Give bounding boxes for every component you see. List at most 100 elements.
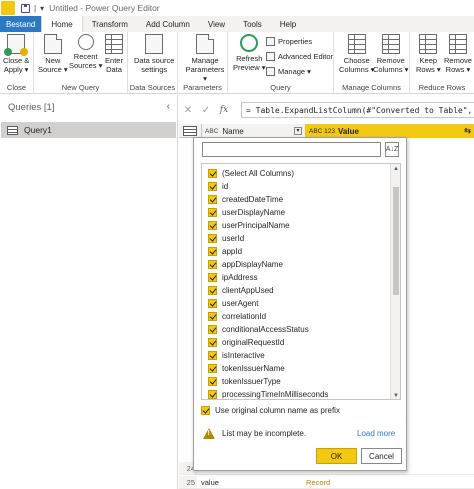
column-checkbox-item[interactable]: originalRequestId (208, 336, 284, 349)
column-checkbox-item[interactable]: ipAddress (208, 271, 258, 284)
tab-add-column[interactable]: Add Column (137, 16, 199, 32)
column-checkbox-item[interactable]: userDisplayName (208, 206, 285, 219)
enter-data-button[interactable]: Enter Data (105, 34, 123, 74)
column-checkbox-item[interactable]: conditionalAccessStatus (208, 323, 309, 336)
scrollbar-thumb[interactable] (393, 187, 399, 295)
properties-icon (266, 37, 275, 46)
tab-file[interactable]: Bestand (0, 16, 42, 32)
cancel-formula-icon[interactable]: ✕ (179, 105, 197, 116)
ok-button[interactable]: OK (316, 448, 357, 464)
data-source-settings-button[interactable]: Data source settings (134, 34, 174, 74)
close-apply-button[interactable]: Close & Apply ▾ (3, 34, 29, 74)
column-checkbox-item[interactable]: tokenIssuerName (208, 362, 285, 375)
remove-rows-icon (448, 34, 467, 54)
cell-value[interactable]: Record (301, 478, 330, 487)
checkbox-checked-icon[interactable] (208, 325, 217, 334)
column-checkbox-item[interactable]: clientAppUsed (208, 284, 274, 297)
collapse-pane-icon[interactable]: ‹ (167, 101, 170, 112)
checkbox-checked-icon[interactable] (208, 208, 217, 217)
sort-az-icon[interactable]: A↓Z (385, 142, 399, 157)
column-search-input[interactable] (202, 142, 381, 157)
column-checkbox-item[interactable]: userId (208, 232, 244, 245)
checkbox-checked-icon[interactable] (208, 286, 217, 295)
column-checkbox-item[interactable]: userAgent (208, 297, 258, 310)
tab-transform[interactable]: Transform (83, 16, 137, 32)
expand-column-icon[interactable]: ⇆ (464, 126, 471, 135)
table-menu-icon[interactable] (183, 125, 197, 136)
choose-columns-icon (347, 34, 366, 54)
column-checkbox-item[interactable]: isInteractive (208, 349, 265, 362)
text-type-icon[interactable]: ABC (205, 128, 218, 135)
scroll-down-icon[interactable]: ▼ (391, 391, 400, 399)
checkbox-checked-icon[interactable] (208, 260, 217, 269)
use-prefix-checkbox[interactable]: Use original column name as prefix (201, 406, 340, 415)
column-header-value[interactable]: ABC 123 Value ⇆ (305, 124, 474, 138)
group-manage-columns: Choose Columns ▾ Remove Columns ▾ Manage… (334, 32, 410, 94)
filter-dropdown-icon[interactable]: ▾ (294, 127, 302, 135)
column-checkbox-item[interactable]: id (208, 180, 228, 193)
column-checkbox-item[interactable]: createdDateTime (208, 193, 283, 206)
quick-access-dropdown-icon[interactable]: ▾ (40, 4, 44, 13)
save-icon[interactable] (21, 3, 30, 13)
keep-rows-button[interactable]: Keep Rows ▾ (416, 34, 441, 74)
any-type-icon[interactable]: ABC 123 (309, 128, 335, 135)
tab-tools[interactable]: Tools (234, 16, 271, 32)
enter-data-icon (105, 34, 123, 54)
cell-name[interactable]: value (197, 478, 301, 487)
cancel-button[interactable]: Cancel (361, 448, 402, 464)
manage-parameters-button[interactable]: Manage Parameters ▾ (183, 34, 227, 83)
group-query: Refresh Preview ▾ Properties Advanced Ed… (228, 32, 334, 94)
checkbox-checked-icon[interactable] (208, 234, 217, 243)
scroll-up-icon[interactable]: ▲ (391, 164, 400, 174)
column-checkbox-item[interactable]: appDisplayName (208, 258, 283, 271)
tab-home[interactable]: Home (41, 16, 83, 32)
checkbox-checked-icon[interactable] (208, 338, 217, 347)
tab-view[interactable]: View (199, 16, 234, 32)
choose-columns-button[interactable]: Choose Columns ▾ (339, 34, 374, 74)
checkbox-checked-icon[interactable] (208, 169, 217, 178)
column-checkbox-item[interactable]: userPrincipalName (208, 219, 290, 232)
list-scrollbar[interactable]: ▲ ▼ (390, 164, 400, 399)
manage-button[interactable]: Manage ▾ (266, 67, 311, 76)
load-more-link[interactable]: Load more (357, 429, 395, 438)
checkbox-checked-icon[interactable] (208, 390, 217, 399)
group-reduce-rows-label: Reduce Rows (418, 83, 466, 92)
column-checkbox-list: (Select All Columns) id createdDateTime … (201, 163, 401, 400)
group-close: Close & Apply ▾ Close (0, 32, 34, 94)
checkbox-checked-icon[interactable] (208, 195, 217, 204)
advanced-editor-button[interactable]: Advanced Editor (266, 52, 333, 61)
column-checkbox-item[interactable]: appId (208, 245, 242, 258)
column-checkbox-item[interactable]: tokenIssuerType (208, 375, 281, 388)
recent-sources-button[interactable]: Recent Sources ▾ (69, 34, 102, 70)
column-checkbox-item[interactable]: processingTimeInMilliseconds (208, 388, 328, 399)
checkbox-checked-icon[interactable] (208, 221, 217, 230)
table-icon (7, 125, 18, 135)
select-all-checkbox[interactable]: (Select All Columns) (208, 167, 294, 180)
checkbox-checked-icon[interactable] (208, 273, 217, 282)
column-checkbox-item[interactable]: correlationId (208, 310, 266, 323)
tab-help[interactable]: Help (271, 16, 305, 32)
data-source-settings-icon (145, 34, 164, 54)
checkbox-checked-icon[interactable] (208, 351, 217, 360)
remove-columns-button[interactable]: Remove Columns ▾ (373, 34, 408, 74)
checkbox-checked-icon[interactable] (208, 247, 217, 256)
remove-rows-button[interactable]: Remove Rows ▾ (444, 34, 472, 74)
checkbox-checked-icon[interactable] (208, 299, 217, 308)
checkbox-checked-icon[interactable] (208, 377, 217, 386)
checkbox-checked-icon[interactable] (201, 406, 210, 415)
queries-pane: Queries [1] ‹ Query1 (0, 95, 178, 489)
properties-button[interactable]: Properties (266, 37, 312, 46)
checkbox-checked-icon[interactable] (208, 312, 217, 321)
group-query-label: Query (270, 83, 291, 92)
checkbox-checked-icon[interactable] (208, 182, 217, 191)
column-header-name[interactable]: ABC Name ▾ (201, 124, 305, 138)
query-list-item[interactable]: Query1 (1, 122, 176, 138)
row-number: 25 (179, 476, 197, 488)
formula-input[interactable]: = Table.ExpandListColumn(#"Converted to … (241, 102, 474, 118)
commit-formula-icon[interactable]: ✓ (197, 105, 215, 116)
new-source-button[interactable]: New Source ▾ (38, 34, 68, 74)
keep-rows-icon (419, 34, 438, 54)
checkbox-checked-icon[interactable] (208, 364, 217, 373)
refresh-preview-button[interactable]: Refresh Preview ▾ (233, 34, 266, 72)
undo-icon[interactable]: | (34, 4, 36, 13)
